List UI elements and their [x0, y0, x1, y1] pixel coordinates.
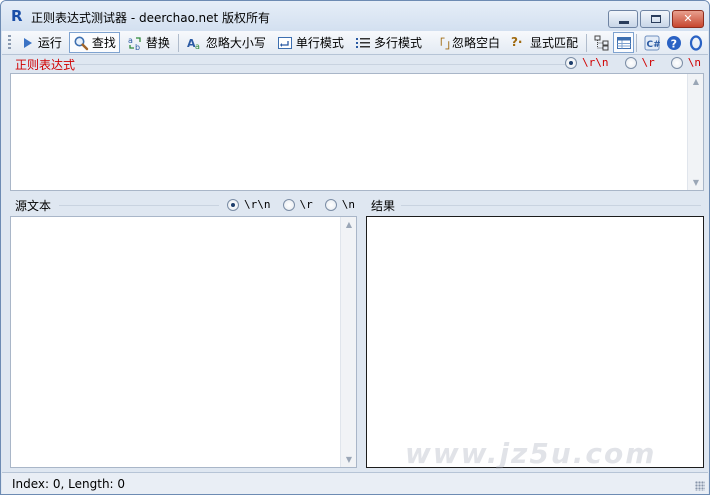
maximize-icon — [651, 15, 661, 23]
tree-view-button[interactable] — [591, 32, 612, 53]
source-newline-lf-radio[interactable]: \n — [324, 198, 355, 211]
help-button[interactable]: ? — [664, 32, 685, 53]
scroll-up-icon[interactable]: ▲ — [688, 77, 704, 86]
csharp-code-button[interactable]: C# — [641, 32, 662, 53]
regex-header: 正则表达式 \r\n \r \n — [9, 56, 707, 72]
single-line-label: 单行模式 — [295, 36, 344, 50]
ignore-case-button[interactable]: Aa 忽略大小写 — [183, 32, 270, 53]
close-icon: ✕ — [683, 12, 693, 25]
scroll-up-icon[interactable]: ▲ — [341, 220, 357, 229]
ignore-whitespace-button[interactable]: 「」 忽略空白 — [429, 32, 504, 53]
regex-newline-cr-radio[interactable]: \r — [624, 56, 655, 69]
minimize-icon — [619, 21, 629, 24]
source-newline-lf-label: \n — [341, 198, 355, 211]
source-newline-crlf-radio[interactable]: \r\n — [227, 198, 271, 211]
maximize-button[interactable] — [640, 10, 670, 28]
watermark: www.jz5u.com — [405, 437, 657, 470]
show-match-button[interactable]: ?· 显式匹配 — [507, 32, 582, 53]
status-bar: Index: 0, Length: 0 — [2, 472, 708, 494]
regex-divider — [73, 64, 573, 65]
ignore-case-label: 忽略大小写 — [205, 36, 266, 50]
regex-newline-crlf-label: \r\n — [582, 56, 609, 69]
show-match-label: 显式匹配 — [529, 36, 578, 50]
multi-line-button[interactable]: 多行模式 — [351, 32, 426, 53]
source-divider — [59, 205, 219, 206]
source-scrollbar[interactable]: ▲ ▼ — [340, 217, 356, 467]
status-text: Index: 0, Length: 0 — [12, 477, 126, 491]
svg-text:b: b — [135, 43, 140, 51]
app-window: R 正则表达式测试器 - deerchao.net 版权所有 ✕ 运行 查找 a… — [0, 0, 710, 495]
multi-line-icon — [355, 35, 371, 51]
toolbar-grip-icon[interactable] — [8, 34, 11, 51]
regex-input[interactable]: ▲ ▼ — [10, 73, 704, 191]
multi-line-label: 多行模式 — [373, 36, 422, 50]
regex-newline-cr-label: \r — [641, 56, 655, 69]
svg-text:?: ? — [671, 37, 677, 50]
find-label: 查找 — [91, 36, 116, 50]
replace-icon: ab — [127, 35, 143, 52]
vertical-splitter[interactable] — [358, 197, 362, 469]
toolbar-separator — [177, 33, 179, 52]
window-controls: ✕ — [608, 10, 704, 28]
result-divider — [401, 205, 701, 206]
table-view-button[interactable] — [613, 32, 635, 53]
help-icon: ? — [667, 35, 682, 50]
radio-icon — [670, 56, 683, 69]
radio-selected-icon — [565, 56, 577, 69]
run-label: 运行 — [37, 36, 62, 50]
minimize-button[interactable] — [608, 10, 638, 28]
regex-newline-lf-label: \n — [687, 56, 701, 69]
replace-label: 替换 — [145, 36, 170, 50]
toolbar: 运行 查找 ab 替换 Aa 忽略大小写 单行模式 多行模式 「」 忽略空白 ?… — [2, 31, 708, 55]
ignore-whitespace-label: 忽略空白 — [451, 36, 500, 50]
toolbar-separator — [636, 33, 638, 52]
csharp-icon: C# — [644, 35, 660, 50]
regex-scrollbar[interactable]: ▲ ▼ — [687, 74, 703, 190]
case-icon: Aa — [187, 35, 203, 51]
magnifier-icon — [73, 35, 89, 51]
regex-newline-options: \r\n \r \n — [555, 56, 701, 69]
tree-icon — [594, 35, 609, 50]
source-text-input[interactable]: ▲ ▼ — [10, 216, 357, 468]
svg-text:a: a — [195, 42, 200, 51]
table-icon — [616, 36, 631, 49]
svg-text:a: a — [128, 36, 133, 45]
whitespace-icon: 「」 — [432, 36, 457, 51]
question-mark-icon: ?· — [510, 34, 523, 49]
radio-selected-icon — [227, 198, 239, 211]
replace-button[interactable]: ab 替换 — [123, 32, 174, 53]
source-newline-cr-radio[interactable]: \r — [282, 198, 313, 211]
regex-newline-lf-radio[interactable]: \n — [670, 56, 701, 69]
regex-label: 正则表达式 — [15, 58, 76, 72]
radio-icon — [282, 198, 295, 211]
svg-text:C#: C# — [646, 40, 660, 50]
radio-icon — [324, 198, 337, 211]
result-label: 结果 — [371, 199, 396, 213]
play-icon — [19, 35, 35, 51]
scroll-down-icon[interactable]: ▼ — [341, 455, 357, 464]
radio-icon — [624, 56, 637, 69]
toolbar-separator — [585, 33, 587, 52]
close-button[interactable]: ✕ — [672, 10, 704, 28]
run-button[interactable]: 运行 — [15, 32, 66, 53]
regex-newline-crlf-radio[interactable]: \r\n — [565, 56, 609, 69]
resize-grip-icon[interactable] — [695, 481, 705, 491]
source-label: 源文本 — [15, 199, 52, 213]
find-button[interactable]: 查找 — [68, 32, 120, 53]
ring-icon — [690, 34, 703, 51]
result-output[interactable] — [366, 216, 704, 468]
about-button[interactable] — [686, 32, 707, 53]
single-line-icon — [277, 35, 293, 51]
source-newline-options: \r\n \r \n — [217, 198, 355, 211]
single-line-button[interactable]: 单行模式 — [273, 32, 348, 53]
window-title: 正则表达式测试器 - deerchao.net 版权所有 — [31, 11, 271, 25]
source-newline-cr-label: \r — [299, 198, 313, 211]
scroll-down-icon[interactable]: ▼ — [688, 178, 704, 187]
source-newline-crlf-label: \r\n — [244, 198, 271, 211]
title-bar[interactable]: R 正则表达式测试器 - deerchao.net 版权所有 ✕ — [1, 1, 709, 31]
app-icon: R — [11, 7, 23, 25]
